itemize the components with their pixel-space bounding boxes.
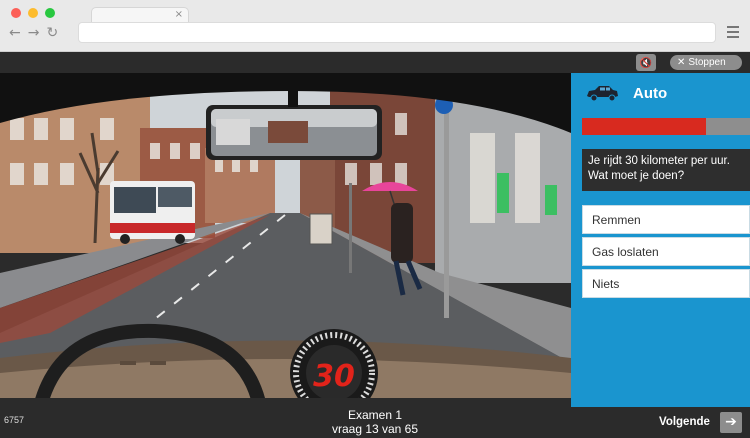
answer-option-remmen[interactable]: Remmen xyxy=(582,205,750,234)
stop-button[interactable]: ✕ Stoppen xyxy=(670,55,742,70)
driving-scene-image: 30 xyxy=(0,73,571,407)
category-title: Auto xyxy=(633,85,668,102)
car-icon xyxy=(587,86,618,102)
minimize-window-button[interactable] xyxy=(28,8,38,18)
maximize-window-button[interactable] xyxy=(45,8,55,18)
time-progress-bar xyxy=(582,118,750,135)
address-bar[interactable] xyxy=(78,22,716,43)
category-header: Auto xyxy=(571,73,750,113)
mute-button[interactable]: 🔇 xyxy=(636,54,656,71)
exam-title: Examen 1 xyxy=(347,408,403,422)
browser-chrome: × ← → ↻ xyxy=(0,0,750,52)
stop-label: Stoppen xyxy=(688,57,726,68)
answer-option-niets[interactable]: Niets xyxy=(582,269,750,298)
speaker-muted-icon: 🔇 xyxy=(639,58,653,69)
browser-tab[interactable]: × xyxy=(91,7,189,23)
arrow-right-icon: ➔ xyxy=(725,414,737,430)
window-controls xyxy=(11,8,55,18)
answer-option-gas-loslaten[interactable]: Gas loslaten xyxy=(582,237,750,266)
forward-arrow-icon[interactable]: → xyxy=(28,25,40,41)
speedometer-readout: 30 xyxy=(313,359,355,394)
street-view-illustration: 30 xyxy=(0,73,571,407)
tab-close-icon[interactable]: × xyxy=(175,9,183,20)
bottom-bar: 6757 Examen 1 vraag 13 van 65 Volgende ➔ xyxy=(0,407,750,438)
next-button[interactable]: ➔ xyxy=(720,412,742,433)
question-code: 6757 xyxy=(4,415,25,425)
time-progress-fill xyxy=(582,118,707,135)
close-window-button[interactable] xyxy=(11,8,21,18)
question-text: Je rijdt 30 kilometer per uur. Wat moet … xyxy=(582,149,750,191)
back-arrow-icon[interactable]: ← xyxy=(9,25,21,41)
exam-status: Examen 1 vraag 13 van 65 xyxy=(300,408,450,436)
close-icon: ✕ xyxy=(677,57,686,68)
hamburger-menu-icon[interactable] xyxy=(727,26,739,41)
reload-icon[interactable]: ↻ xyxy=(46,25,58,41)
exam-progress: vraag 13 van 65 xyxy=(331,422,419,436)
question-panel: Auto Je rijdt 30 kilometer per uur. Wat … xyxy=(571,73,750,407)
next-label[interactable]: Volgende xyxy=(659,416,710,428)
